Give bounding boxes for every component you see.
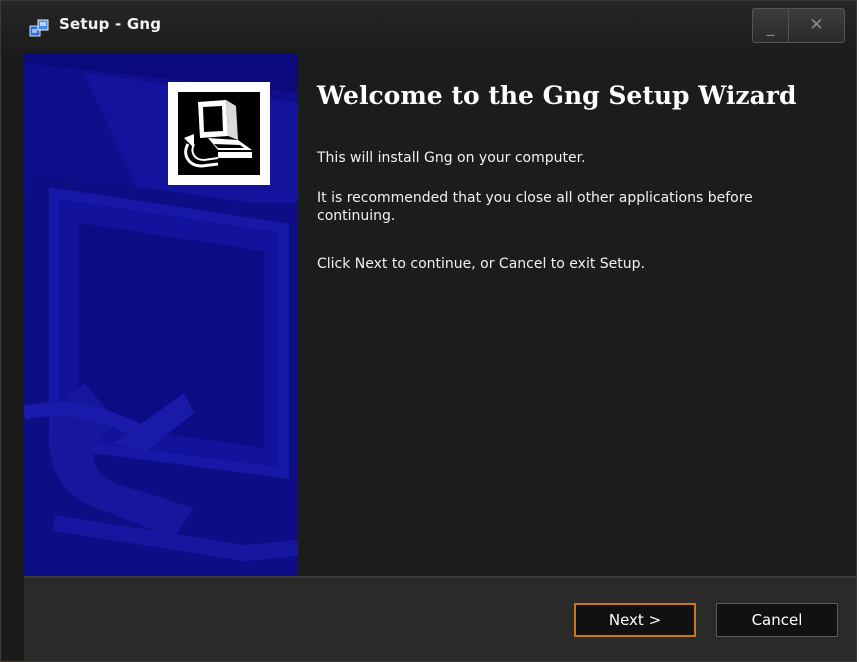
cancel-button[interactable]: Cancel <box>716 603 838 637</box>
wizard-footer: Next > Cancel <box>24 578 856 661</box>
close-button[interactable]: ✕ <box>788 8 845 43</box>
computer-install-icon <box>184 100 252 168</box>
minimize-button[interactable]: _ <box>752 8 789 43</box>
welcome-heading: Welcome to the Gng Setup Wizard <box>317 81 797 110</box>
wizard-side-panel <box>24 53 298 576</box>
next-button[interactable]: Next > <box>574 603 696 637</box>
setup-app-icon <box>29 19 49 37</box>
title-bar[interactable]: Setup - Gng _ ✕ <box>1 1 856 53</box>
logo-background <box>178 92 260 175</box>
window-title: Setup - Gng <box>59 15 162 33</box>
continue-instructions-text: Click Next to continue, or Cancel to exi… <box>317 256 645 272</box>
minimize-icon: _ <box>766 17 775 36</box>
close-apps-text: It is recommended that you close all oth… <box>317 190 753 224</box>
setup-logo <box>168 82 270 185</box>
wizard-content: Welcome to the Gng Setup Wizard This wil… <box>298 53 856 576</box>
install-info-text: This will install Gng on your computer. <box>317 150 586 166</box>
setup-window: Setup - Gng _ ✕ Welcome to the Gng Setup… <box>0 0 857 662</box>
close-icon: ✕ <box>809 15 824 35</box>
